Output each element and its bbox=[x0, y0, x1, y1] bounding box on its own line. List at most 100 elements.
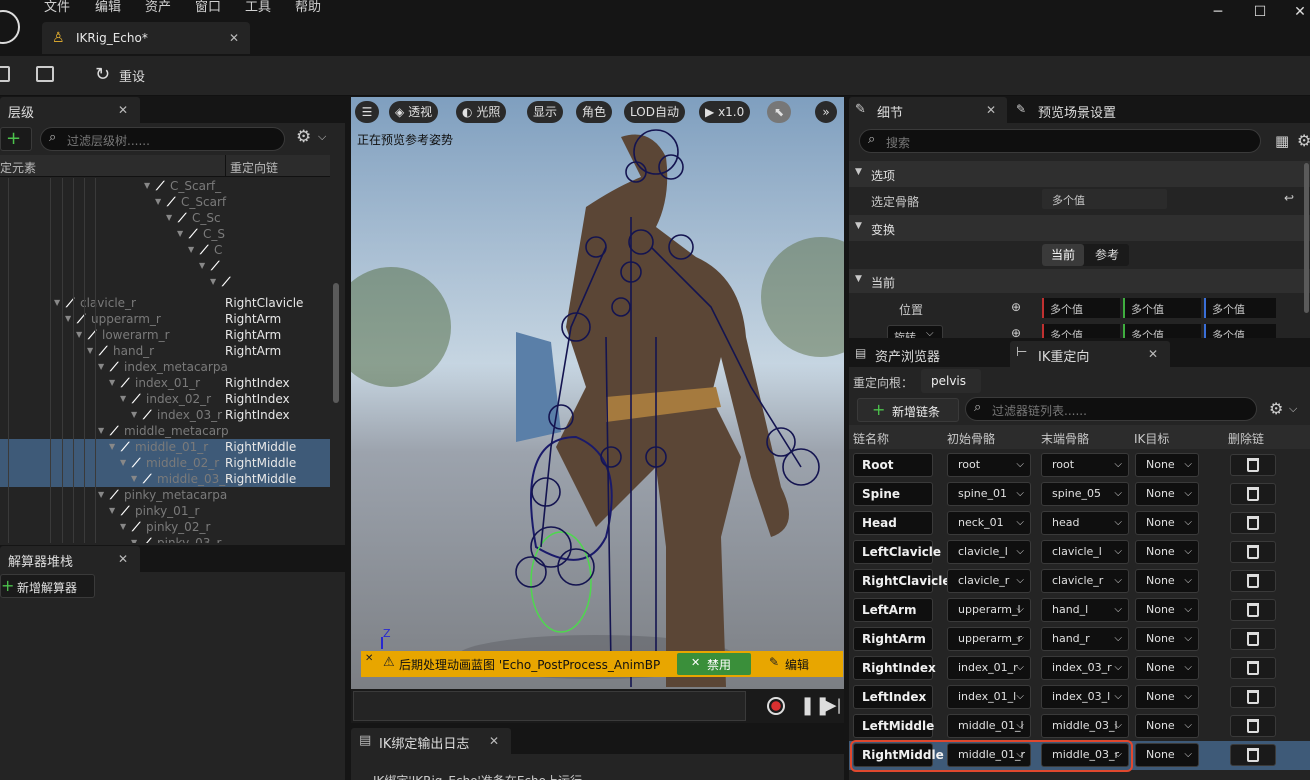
start-bone-dropdown[interactable]: index_01_r ⌵ bbox=[947, 656, 1031, 680]
menu-file[interactable]: 文件 bbox=[44, 0, 70, 16]
delete-chain-button[interactable] bbox=[1230, 570, 1276, 592]
end-bone-dropdown[interactable]: index_03_l ⌵ bbox=[1041, 685, 1129, 709]
unreal-logo-icon[interactable] bbox=[0, 10, 20, 44]
chain-row[interactable]: RightClavicle clavicle_r ⌵ clavicle_r ⌵ None ⌵ bbox=[849, 567, 1310, 596]
tab-asset-browser[interactable]: ▤ 资产浏览器 bbox=[849, 341, 1009, 367]
rotation-y-field[interactable]: 多个值 bbox=[1123, 324, 1201, 338]
chain-row[interactable]: LeftClavicle clavicle_l ⌵ clavicle_l ⌵ None ⌵ bbox=[849, 538, 1310, 567]
delete-chain-button[interactable] bbox=[1230, 599, 1276, 621]
chain-row[interactable]: LeftIndex index_01_l ⌵ index_03_l ⌵ None ⌵ bbox=[849, 683, 1310, 712]
expand-arrow-icon[interactable]: ▼ bbox=[87, 343, 93, 359]
chain-row[interactable]: RightIndex index_01_r ⌵ index_03_r ⌵ None ⌵ bbox=[849, 654, 1310, 683]
tab-preview-scene[interactable]: ✎ 预览场景设置 bbox=[1010, 97, 1150, 123]
delete-chain-button[interactable] bbox=[1230, 512, 1276, 534]
chain-row[interactable]: Head neck_01 ⌵ head ⌵ None ⌵ bbox=[849, 509, 1310, 538]
current-toggle-button[interactable]: 当前 bbox=[1042, 244, 1084, 266]
character-button[interactable]: 角色 bbox=[576, 101, 613, 123]
add-chain-button[interactable]: + 新增链条 bbox=[857, 398, 959, 422]
selected-bone-field[interactable]: 多个值 bbox=[1042, 189, 1167, 209]
expand-arrow-icon[interactable]: ▼ bbox=[76, 327, 82, 343]
details-scrollbar[interactable] bbox=[1304, 163, 1309, 313]
expand-arrow-icon[interactable]: ▼ bbox=[120, 519, 126, 535]
chain-name-field[interactable]: RightClavicle bbox=[853, 569, 951, 593]
reset-button[interactable]: 重设 bbox=[119, 66, 145, 85]
lod-button[interactable]: LOD自动 bbox=[624, 101, 685, 123]
delete-chain-button[interactable] bbox=[1230, 454, 1276, 476]
perspective-button[interactable]: ◈ 透视 bbox=[389, 101, 439, 123]
expand-arrow-icon[interactable]: ▼ bbox=[109, 375, 115, 391]
start-bone-dropdown[interactable]: middle_01_l ⌵ bbox=[947, 714, 1031, 738]
reference-toggle-button[interactable]: 参考 bbox=[1086, 244, 1128, 266]
ik-goal-dropdown[interactable]: None ⌵ bbox=[1135, 482, 1199, 506]
section-transform[interactable]: ▼ 变换 bbox=[849, 215, 1310, 241]
header-chain-name[interactable]: 链名称 bbox=[853, 430, 889, 447]
menu-edit[interactable]: 编辑 bbox=[95, 0, 121, 16]
disable-button[interactable]: ✕ 禁用 bbox=[677, 653, 751, 675]
end-bone-dropdown[interactable]: hand_l ⌵ bbox=[1041, 598, 1129, 622]
rotation-dropdown[interactable]: 旋转 ⌵ bbox=[887, 325, 943, 338]
chain-name-field[interactable]: Head bbox=[853, 511, 933, 535]
ik-goal-dropdown[interactable]: None ⌵ bbox=[1135, 714, 1199, 738]
ik-goal-dropdown[interactable]: None ⌵ bbox=[1135, 627, 1199, 651]
chain-filter-input[interactable]: ⌕ 过滤器链列表...... bbox=[965, 397, 1257, 421]
chain-row[interactable]: LeftMiddle middle_01_l ⌵ middle_03_l ⌵ None ⌵ bbox=[849, 712, 1310, 741]
expand-arrow-icon[interactable]: ▼ bbox=[98, 487, 104, 503]
chain-name-field[interactable]: LeftMiddle bbox=[853, 714, 934, 738]
chain-name-field[interactable]: LeftArm bbox=[853, 598, 933, 622]
close-solver-icon[interactable]: ✕ bbox=[118, 552, 128, 566]
header-ik-goal[interactable]: IK目标 bbox=[1134, 430, 1169, 447]
browse-asset-icon[interactable] bbox=[36, 66, 54, 82]
expand-arrow-icon[interactable]: ▼ bbox=[54, 295, 60, 311]
expand-arrow-icon[interactable]: ▼ bbox=[109, 503, 115, 519]
delete-chain-button[interactable] bbox=[1230, 541, 1276, 563]
start-bone-dropdown[interactable]: upperarm_r ⌵ bbox=[947, 627, 1031, 651]
settings-gear-icon[interactable]: ⚙ bbox=[296, 127, 311, 147]
table-view-icon[interactable]: ▦ bbox=[1275, 132, 1289, 150]
add-solver-button[interactable]: + 新增解算器 bbox=[0, 574, 95, 598]
expand-arrow-icon[interactable]: ▼ bbox=[188, 242, 194, 258]
ik-goal-dropdown[interactable]: None ⌵ bbox=[1135, 453, 1199, 477]
expand-arrow-icon[interactable]: ▼ bbox=[131, 535, 137, 543]
tab-ik-retarget[interactable]: ⊢ IK重定向 ✕ bbox=[1010, 341, 1170, 367]
edit-button[interactable]: 编辑 bbox=[785, 656, 809, 673]
details-search-input[interactable]: ⌕ 搜索 bbox=[859, 129, 1261, 153]
menu-tools[interactable]: 工具 bbox=[245, 0, 271, 16]
expand-arrow-icon[interactable]: ▼ bbox=[177, 226, 183, 242]
tab-details[interactable]: ✎ 细节 ✕ bbox=[849, 97, 1007, 123]
chevron-down-icon[interactable]: ⌵ bbox=[318, 130, 326, 144]
add-bone-button[interactable]: + bbox=[0, 127, 32, 151]
tab-hierarchy[interactable]: 层级 ✕ bbox=[0, 97, 140, 123]
settings-gear-icon[interactable]: ⚙ bbox=[1297, 131, 1310, 150]
ik-goal-dropdown[interactable]: None ⌵ bbox=[1135, 685, 1199, 709]
close-retarget-icon[interactable]: ✕ bbox=[1148, 347, 1158, 361]
expand-arrow-icon[interactable]: ▼ bbox=[98, 423, 104, 439]
expand-arrow-icon[interactable]: ▼ bbox=[98, 359, 104, 375]
chain-name-field[interactable]: LeftClavicle bbox=[853, 540, 941, 564]
position-y-field[interactable]: 多个值 bbox=[1123, 298, 1201, 318]
expand-arrow-icon[interactable]: ▼ bbox=[131, 407, 137, 423]
expand-arrow-icon[interactable]: ▼ bbox=[199, 258, 205, 274]
viewport[interactable]: ☰ ◈ 透视 ◐ 光照 显示 角色 LOD自动 ▶ x1.0 ⬉ » 正在预览参… bbox=[351, 97, 844, 689]
delete-chain-button[interactable] bbox=[1230, 628, 1276, 650]
chain-name-field[interactable]: Root bbox=[853, 453, 933, 477]
delete-chain-button[interactable] bbox=[1230, 715, 1276, 737]
chain-name-field[interactable]: RightIndex bbox=[853, 656, 936, 680]
retarget-root-field[interactable]: pelvis bbox=[921, 369, 981, 393]
tab-solver-stack[interactable]: 解算器堆栈 ✕ bbox=[0, 546, 140, 572]
settings-gear-icon[interactable]: ⚙ bbox=[1269, 399, 1283, 418]
column-chain[interactable]: 重定向链 bbox=[230, 159, 278, 176]
chevron-down-icon[interactable]: ⌵ bbox=[1289, 402, 1297, 416]
select-mode-button[interactable]: ⬉ bbox=[767, 101, 791, 123]
end-bone-dropdown[interactable]: middle_03_l ⌵ bbox=[1041, 714, 1129, 738]
start-bone-dropdown[interactable]: index_01_l ⌵ bbox=[947, 685, 1031, 709]
ik-goal-dropdown[interactable]: None ⌵ bbox=[1135, 743, 1199, 767]
expand-arrow-icon[interactable]: ▼ bbox=[120, 455, 126, 471]
end-bone-dropdown[interactable]: clavicle_l ⌵ bbox=[1041, 540, 1129, 564]
header-start-bone[interactable]: 初始骨骼 bbox=[947, 430, 995, 447]
start-bone-dropdown[interactable]: clavicle_r ⌵ bbox=[947, 569, 1031, 593]
edit-pencil-icon[interactable]: ✎ bbox=[769, 655, 779, 669]
delete-chain-button[interactable] bbox=[1230, 657, 1276, 679]
delete-chain-button[interactable] bbox=[1230, 686, 1276, 708]
record-icon[interactable] bbox=[767, 697, 785, 715]
rotation-x-field[interactable]: 多个值 bbox=[1042, 324, 1120, 338]
